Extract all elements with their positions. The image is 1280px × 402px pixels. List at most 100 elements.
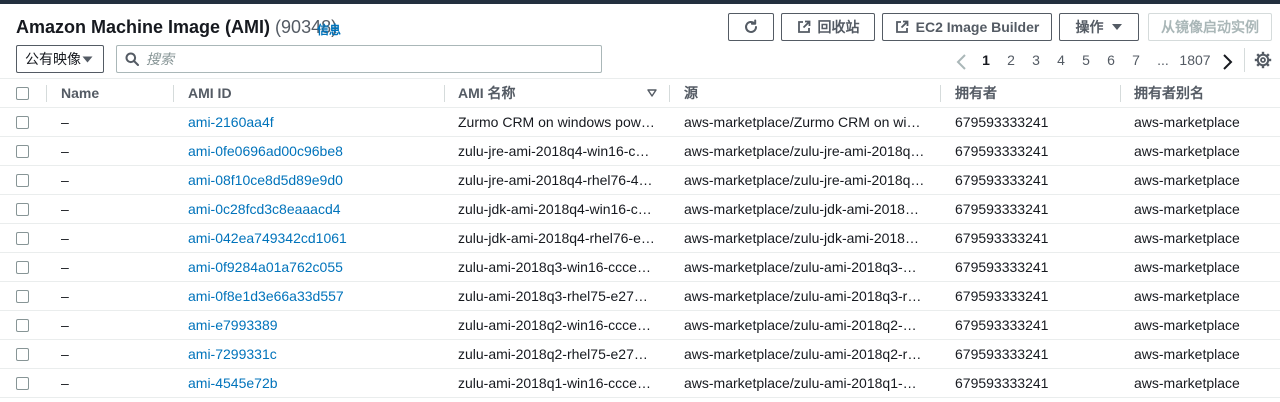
page-1[interactable]: 1 [979, 49, 993, 71]
row-checkbox[interactable] [16, 318, 29, 332]
image-builder-button[interactable]: EC2 Image Builder [882, 13, 1052, 41]
cell-name-text: – [61, 317, 69, 333]
cell-name-text: – [61, 346, 69, 362]
cell-owner: 679593333241 [940, 107, 1120, 137]
ami-id-link[interactable]: ami-4545e72b [188, 375, 278, 391]
cell-owner-alias: aws-marketplace [1120, 165, 1280, 195]
column-header-name[interactable]: Name [46, 78, 173, 108]
table-row[interactable]: – ami-08f10ce8d5d89e9d0 zulu-jre-ami-2018q… [0, 165, 1280, 195]
cell-owner: 679593333241 [940, 136, 1120, 166]
cell-owner-alias-text: aws-marketplace [1134, 317, 1240, 333]
ami-id-link[interactable]: ami-0c28fcd3c8eaaacd4 [188, 201, 341, 217]
cell-ami-name: zulu-jre-ami-2018q4-win16-c5c… [444, 136, 669, 166]
ami-id-link[interactable]: ami-7299331c [188, 346, 277, 362]
cell-ami-name: zulu-jdk-ami-2018q4-win16-ccc… [444, 194, 669, 224]
page-5[interactable]: 5 [1079, 49, 1093, 71]
row-checkbox[interactable] [16, 289, 29, 303]
column-header-ami-name[interactable]: AMI 名称 [444, 78, 669, 108]
table-row[interactable]: – ami-0f8e1d3e66a33d557 zulu-ami-2018q3-rh… [0, 281, 1280, 311]
column-header-label: 源 [684, 85, 698, 101]
table-row[interactable]: – ami-0c28fcd3c8eaaacd4 zulu-jdk-ami-2018q… [0, 194, 1280, 224]
select-all-checkbox[interactable] [16, 86, 29, 100]
ami-table: Name AMI ID AMI 名称 源 拥有者 拥有者别名 – ami-2160… [0, 78, 1280, 398]
page-2[interactable]: 2 [1004, 49, 1018, 71]
cell-name: – [46, 252, 173, 282]
cell-ami-id: ami-08f10ce8d5d89e9d0 [173, 165, 444, 195]
table-row[interactable]: – ami-e7993389 zulu-ami-2018q2-win16-cccec… [0, 310, 1280, 340]
table-row[interactable]: – ami-4545e72b zulu-ami-2018q1-win16-cccec… [0, 368, 1280, 398]
page-7[interactable]: 7 [1129, 49, 1143, 71]
cell-ami-name-text: zulu-jre-ami-2018q4-win16-c5c… [458, 143, 665, 159]
launch-instance-button[interactable]: 从镜像启动实例 [1148, 13, 1272, 41]
page-4[interactable]: 4 [1054, 49, 1068, 71]
row-checkbox[interactable] [16, 173, 29, 187]
cell-owner-alias-text: aws-marketplace [1134, 143, 1240, 159]
row-checkbox-cell [0, 339, 46, 369]
sort-descending-icon[interactable] [647, 89, 657, 97]
table-row[interactable]: – ami-0fe0696ad00c96be8 zulu-jre-ami-2018q… [0, 136, 1280, 166]
ami-id-link[interactable]: ami-0fe0696ad00c96be8 [188, 143, 343, 159]
refresh-button[interactable] [728, 13, 774, 41]
page-6[interactable]: 6 [1104, 49, 1118, 71]
column-header-owner-alias[interactable]: 拥有者别名 [1120, 78, 1280, 108]
cell-owner-text: 679593333241 [955, 172, 1049, 188]
column-header-ami-id[interactable]: AMI ID [173, 78, 444, 108]
cell-owner-alias: aws-marketplace [1120, 107, 1280, 137]
cell-source-text: aws-marketplace/zulu-ami-2018q3-win… [684, 259, 938, 275]
actions-dropdown-button[interactable]: 操作 [1059, 13, 1139, 41]
column-header-owner[interactable]: 拥有者 [940, 78, 1120, 108]
page-last[interactable]: 1807 [1177, 49, 1213, 71]
ami-id-link[interactable]: ami-0f9284a01a762c055 [188, 259, 343, 275]
cell-ami-name: zulu-jdk-ami-2018q4-rhel76-e2… [444, 223, 669, 253]
row-checkbox[interactable] [16, 144, 29, 158]
table-row[interactable]: – ami-7299331c zulu-ami-2018q2-rhel75-e276… [0, 339, 1280, 369]
next-page-icon[interactable] [1219, 51, 1235, 73]
row-checkbox[interactable] [16, 376, 29, 390]
info-link[interactable]: 信息 [317, 21, 341, 38]
column-header-source[interactable]: 源 [669, 78, 940, 108]
external-link-icon [895, 20, 909, 33]
search-input[interactable] [146, 49, 586, 69]
recycle-bin-button[interactable]: 回收站 [781, 13, 875, 41]
cell-owner-text: 679593333241 [955, 375, 1049, 391]
cell-name-text: – [61, 259, 69, 275]
page-3[interactable]: 3 [1029, 49, 1043, 71]
cell-name: – [46, 310, 173, 340]
column-header-label: AMI 名称 [458, 85, 516, 101]
row-checkbox[interactable] [16, 260, 29, 274]
table-header-row: Name AMI ID AMI 名称 源 拥有者 拥有者别名 [0, 78, 1280, 108]
cell-ami-id: ami-0c28fcd3c8eaaacd4 [173, 194, 444, 224]
cell-owner-text: 679593333241 [955, 230, 1049, 246]
cell-owner-alias-text: aws-marketplace [1134, 288, 1240, 304]
cell-owner-alias-text: aws-marketplace [1134, 259, 1240, 275]
cell-source: aws-marketplace/zulu-jdk-ami-2018q4… [669, 194, 940, 224]
row-checkbox[interactable] [16, 202, 29, 216]
page-title-text: Amazon Machine Image (AMI) [16, 17, 271, 37]
ami-id-link[interactable]: ami-042ea749342cd1061 [188, 230, 347, 246]
table-row[interactable]: – ami-042ea749342cd1061 zulu-jdk-ami-2018q… [0, 223, 1280, 253]
image-type-select[interactable]: 公有映像 [16, 45, 104, 73]
cell-owner: 679593333241 [940, 252, 1120, 282]
page-header: Amazon Machine Image (AMI) (90348) 信息 回收… [0, 4, 1280, 78]
ami-id-link[interactable]: ami-2160aa4f [188, 114, 274, 130]
gear-icon[interactable] [1254, 51, 1272, 69]
cell-ami-id: ami-2160aa4f [173, 107, 444, 137]
ami-id-link[interactable]: ami-08f10ce8d5d89e9d0 [188, 172, 343, 188]
caret-down-icon [82, 56, 93, 63]
cell-ami-name-text: zulu-jdk-ami-2018q4-rhel76-e2… [458, 230, 663, 246]
previous-page-icon[interactable] [954, 51, 970, 73]
row-checkbox[interactable] [16, 231, 29, 245]
table-row[interactable]: – ami-0f9284a01a762c055 zulu-ami-2018q3-wi… [0, 252, 1280, 282]
cell-name-text: – [61, 201, 69, 217]
cell-ami-name-text: zulu-ami-2018q3-rhel75-e276c… [458, 288, 663, 304]
cell-ami-name: zulu-jre-ami-2018q4-rhel76-41… [444, 165, 669, 195]
table-row[interactable]: – ami-2160aa4f Zurmo CRM on windows power…… [0, 107, 1280, 137]
ami-id-link[interactable]: ami-0f8e1d3e66a33d557 [188, 288, 344, 304]
cell-name: – [46, 223, 173, 253]
row-checkbox[interactable] [16, 115, 29, 129]
column-divider [173, 85, 174, 102]
cell-ami-name: zulu-ami-2018q2-rhel75-e276c… [444, 339, 669, 369]
ami-id-link[interactable]: ami-e7993389 [188, 317, 278, 333]
row-checkbox-cell [0, 252, 46, 282]
row-checkbox[interactable] [16, 347, 29, 361]
